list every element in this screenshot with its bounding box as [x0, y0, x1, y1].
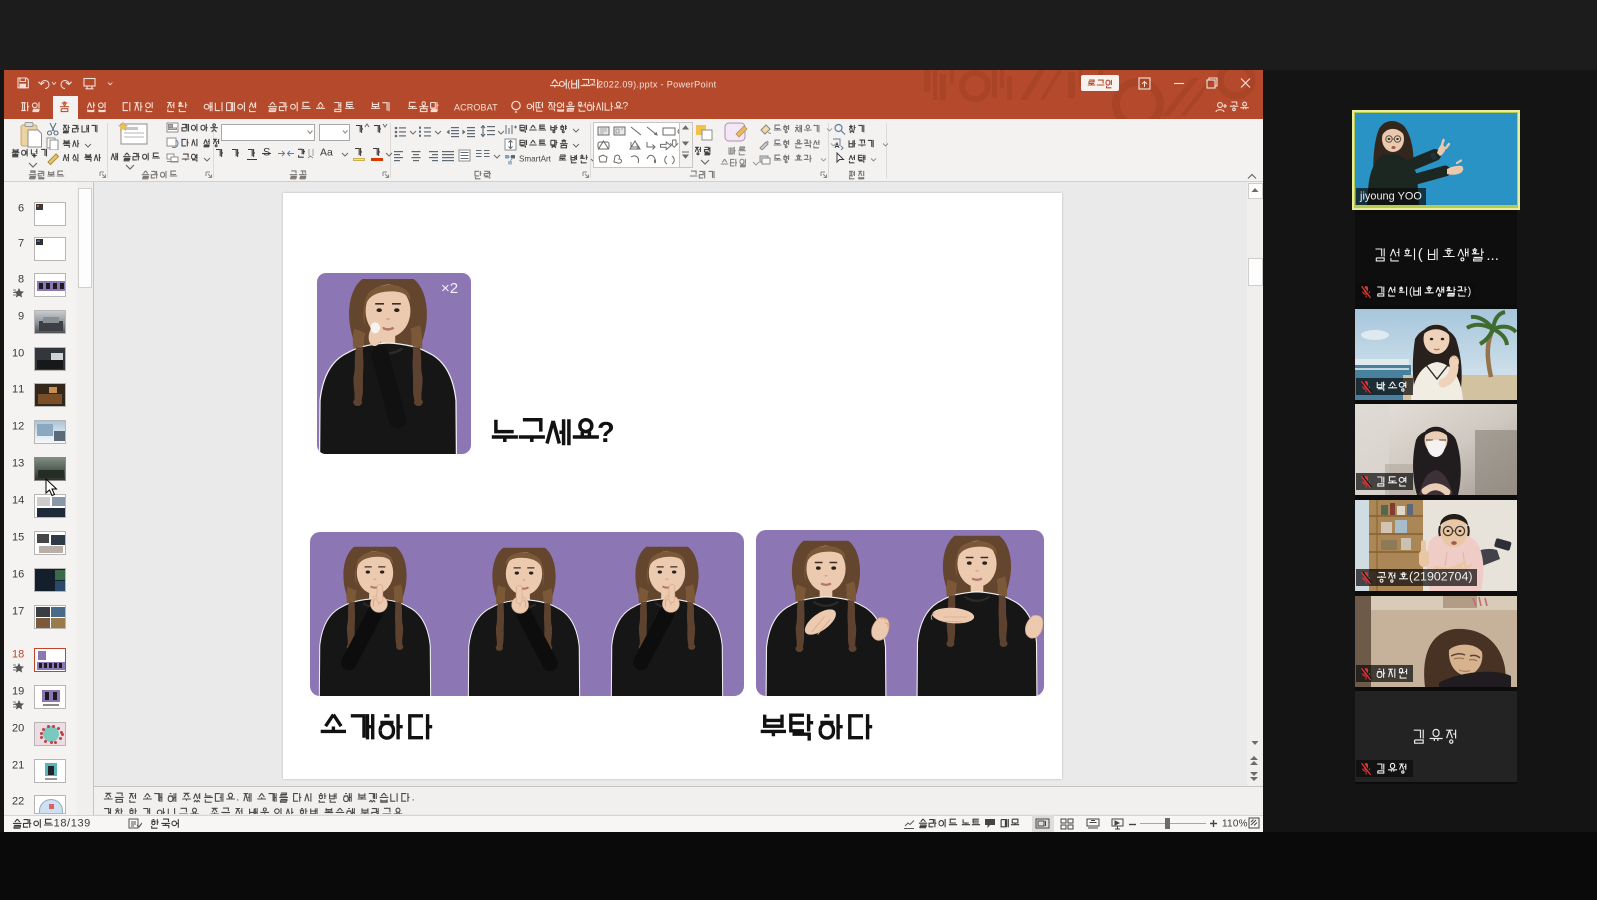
- svg-text:SmartArt: SmartArt: [519, 155, 552, 164]
- svg-text:21: 21: [12, 760, 24, 772]
- svg-text:?: ?: [597, 417, 615, 449]
- svg-text:.: .: [200, 807, 203, 814]
- svg-text:(: (: [1418, 246, 1423, 263]
- svg-text:7: 7: [18, 238, 24, 250]
- svg-text:Aa: Aa: [320, 148, 333, 159]
- svg-text:2022.09).pptx - PowerPoint: 2022.09).pptx - PowerPoint: [598, 80, 717, 90]
- svg-text:?: ?: [622, 101, 628, 113]
- svg-text:16: 16: [12, 569, 24, 581]
- svg-text:(: (: [567, 80, 570, 90]
- svg-text:10: 10: [12, 348, 24, 360]
- svg-text:13: 13: [12, 458, 24, 470]
- svg-text:(: (: [1409, 286, 1413, 298]
- svg-text:6: 6: [18, 203, 24, 215]
- svg-text:9: 9: [18, 311, 24, 323]
- svg-text:12: 12: [12, 421, 24, 433]
- svg-text:ACROBAT: ACROBAT: [454, 103, 498, 113]
- svg-text:.: .: [236, 792, 239, 804]
- svg-text:18: 18: [12, 649, 24, 661]
- svg-text:15: 15: [12, 532, 24, 544]
- svg-text:8: 8: [18, 274, 24, 286]
- svg-text:20: 20: [12, 723, 24, 735]
- svg-text:18/139: 18/139: [54, 818, 91, 830]
- svg-text:): ): [1468, 286, 1472, 298]
- svg-text:(21902704): (21902704): [1409, 570, 1473, 584]
- svg-text:jiyoung YOO: jiyoung YOO: [1359, 191, 1422, 203]
- svg-text:.: .: [412, 792, 415, 804]
- svg-text:22: 22: [12, 796, 24, 808]
- svg-text:14: 14: [12, 495, 24, 507]
- svg-text:110%: 110%: [1222, 818, 1248, 829]
- svg-text:×2: ×2: [441, 280, 458, 297]
- svg-text:19: 19: [12, 686, 24, 698]
- svg-text:17: 17: [12, 606, 24, 618]
- svg-text:11: 11: [12, 384, 24, 396]
- svg-text:...: ...: [1487, 247, 1500, 264]
